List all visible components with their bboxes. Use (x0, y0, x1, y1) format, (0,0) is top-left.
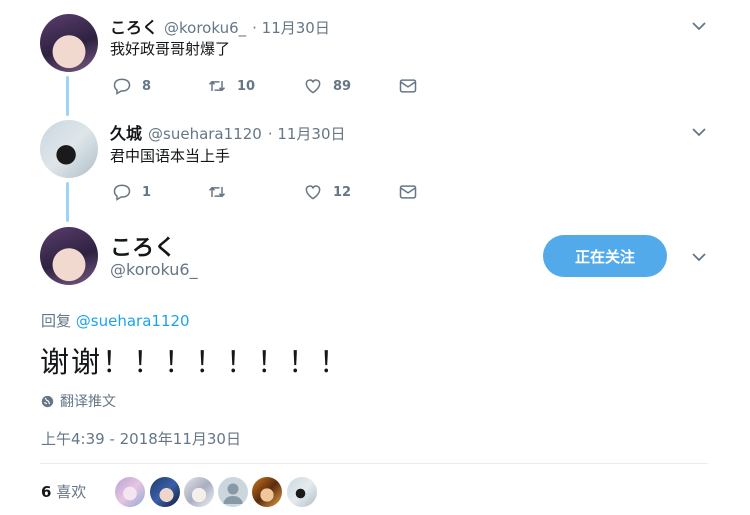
retweet-icon (208, 80, 226, 92)
likes-count: 6 (41, 483, 52, 501)
dm-button[interactable] (398, 182, 428, 202)
tweet-timestamp[interactable]: 上午4:39 - 2018年11月30日 (41, 428, 241, 449)
main-tweet-text: 谢谢！！！！！！！！ (40, 345, 351, 379)
avatar[interactable] (40, 14, 98, 72)
like-count: 12 (333, 184, 352, 200)
avatar[interactable] (40, 227, 98, 285)
following-button[interactable]: 正在关注 (543, 235, 667, 277)
tweet-text: 我好政哥哥射爆了 (110, 40, 231, 58)
dm-icon (399, 79, 417, 93)
like-button[interactable]: 12 (303, 182, 351, 202)
likes-stat[interactable]: 6 喜欢 (41, 481, 86, 502)
reply-count: 1 (142, 184, 152, 200)
translate-link[interactable]: 翻译推文 (41, 391, 116, 411)
retweet-count: 10 (237, 78, 256, 94)
chevron-down-icon[interactable] (691, 18, 707, 34)
reply-context: 回复 @suehara1120 (41, 310, 190, 331)
chevron-down-icon[interactable] (691, 249, 707, 265)
default-profile-icon (223, 483, 243, 504)
dm-icon (399, 185, 417, 199)
display-name[interactable]: 久城 (110, 120, 142, 144)
retweet-button[interactable] (207, 182, 237, 202)
display-name[interactable]: ころく (110, 14, 158, 38)
dm-button[interactable] (398, 76, 428, 96)
reply-icon (113, 184, 131, 201)
main-handle[interactable]: @koroku6_ (110, 260, 198, 279)
main-display-name[interactable]: ころく (110, 230, 176, 262)
retweet-icon (208, 186, 226, 198)
like-icon (305, 185, 321, 200)
tweet-date[interactable]: · 11月30日 (252, 17, 330, 38)
thread-line (66, 76, 69, 116)
retweet-button[interactable]: 10 (207, 76, 255, 96)
reply-icon (113, 78, 131, 95)
liker-avatar[interactable] (115, 477, 145, 507)
liker-avatar[interactable] (184, 477, 214, 507)
liker-avatar[interactable] (150, 477, 180, 507)
reply-button[interactable]: 8 (112, 76, 151, 96)
like-button[interactable]: 89 (303, 76, 351, 96)
liker-avatar[interactable] (252, 477, 282, 507)
thread-line (66, 182, 69, 222)
reply-count: 8 (142, 78, 152, 94)
reply-to-link[interactable]: @suehara1120 (76, 312, 190, 330)
divider (40, 463, 708, 464)
reply-prefix: 回复 (41, 312, 72, 330)
reply-button[interactable]: 1 (112, 182, 151, 202)
translate-label: 翻译推文 (60, 394, 116, 410)
likes-label: 喜欢 (56, 483, 87, 501)
chevron-down-icon[interactable] (691, 124, 707, 140)
liker-avatar[interactable] (287, 477, 317, 507)
handle[interactable]: @suehara1120 (148, 125, 262, 143)
liker-avatar[interactable] (218, 477, 248, 507)
handle[interactable]: @koroku6_ (164, 19, 246, 37)
globe-icon (41, 395, 54, 407)
tweet-date[interactable]: · 11月30日 (268, 123, 346, 144)
avatar[interactable] (40, 120, 98, 178)
like-count: 89 (333, 78, 352, 94)
like-icon (305, 79, 321, 94)
tweet-text: 君中国语本当上手 (110, 147, 231, 165)
